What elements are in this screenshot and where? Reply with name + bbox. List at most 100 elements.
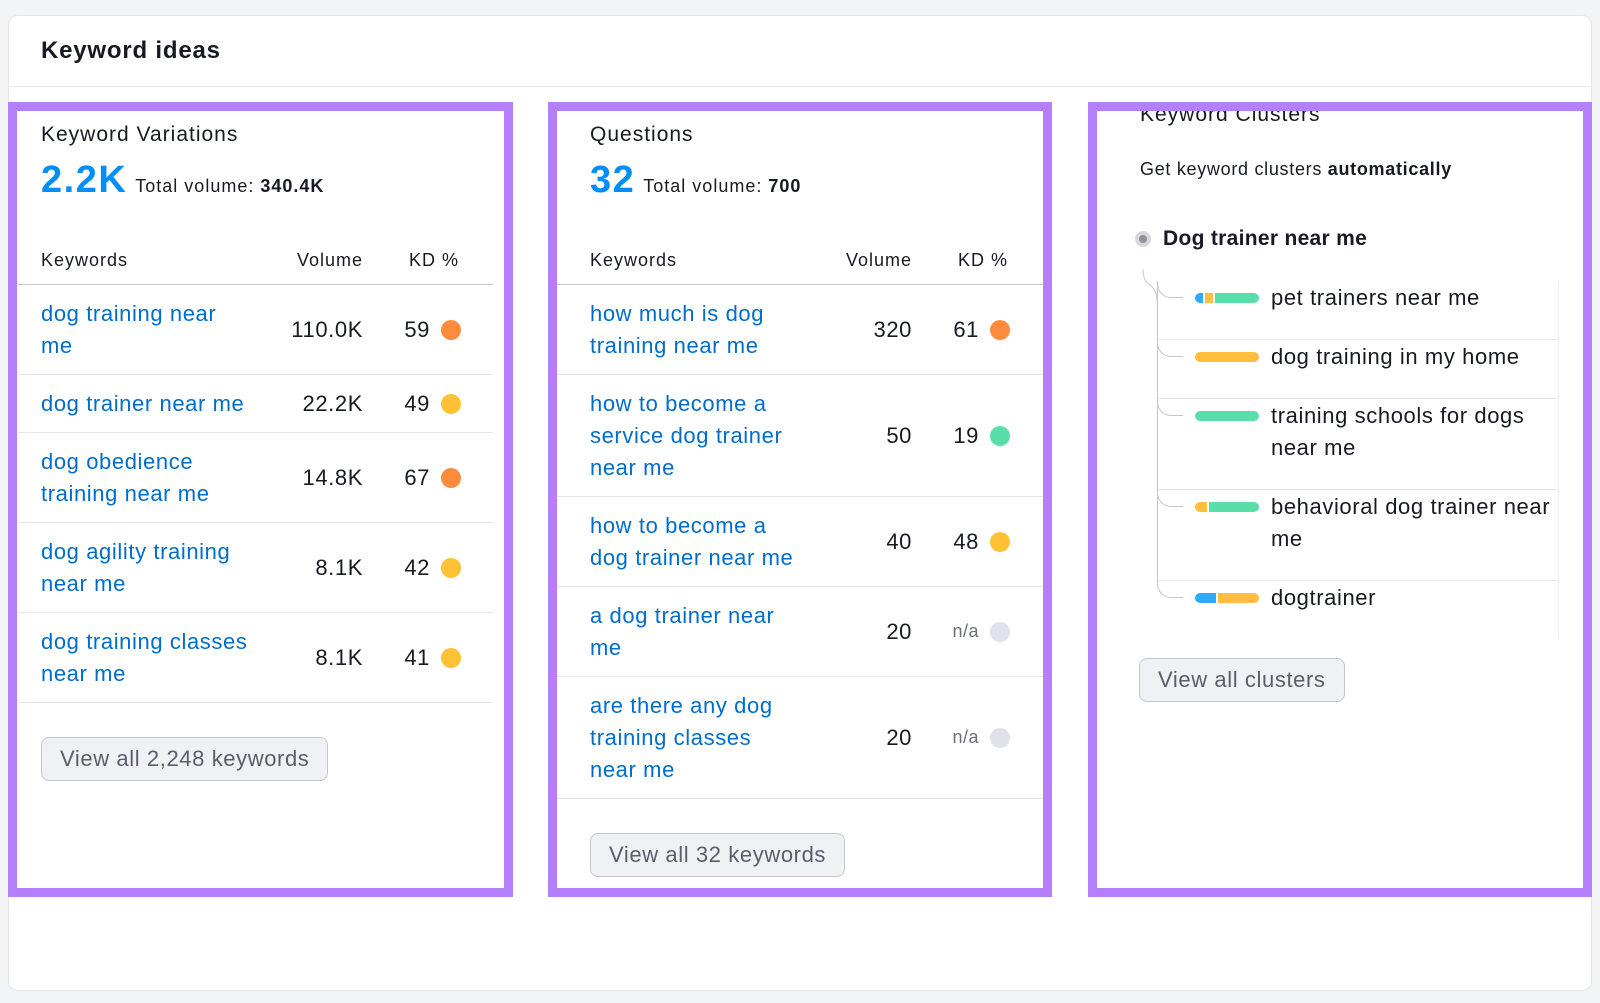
keyword-link[interactable]: dog training classes near me xyxy=(41,613,251,702)
questions-panel: Questions 32 Total volume: 700 Keywords … xyxy=(557,102,1043,877)
cluster-item: behavioral dog trainer near me xyxy=(1157,490,1558,581)
keyword-link[interactable]: are there any dog training classes near … xyxy=(590,677,800,798)
subtitle-emphasis: automatically xyxy=(1327,159,1452,179)
cluster-keyword: dogtrainer xyxy=(1271,585,1377,610)
kd-cell: n/a xyxy=(912,621,1010,642)
keyword-link[interactable]: a dog trainer near me xyxy=(590,587,800,676)
volume-value: 14.8K xyxy=(302,464,363,490)
header-divider xyxy=(9,86,1591,87)
kd-dot-icon xyxy=(441,647,461,668)
tree-branch-line xyxy=(1157,581,1183,598)
keyword-link[interactable]: dog training near me xyxy=(41,285,251,374)
kd-cell: 61 xyxy=(912,317,1010,343)
intent-segment xyxy=(1195,593,1217,603)
volume-value: 40 xyxy=(886,528,912,554)
intent-segment xyxy=(1218,593,1259,603)
tree-trunk-line xyxy=(1157,399,1158,490)
table-row: how much is dog training near me 320 61 xyxy=(557,285,1043,375)
kd-dot-icon xyxy=(441,557,461,578)
kd-dot-icon xyxy=(990,531,1010,552)
intent-bar xyxy=(1195,502,1259,512)
keyword-variations-panel: Keyword Variations 2.2K Total volume: 34… xyxy=(18,102,493,781)
kd-value: 19 xyxy=(953,422,979,448)
cluster-keyword: dog training in my home xyxy=(1271,344,1520,369)
question-count: 32 xyxy=(590,159,636,201)
volume-value: 8.1K xyxy=(315,644,363,670)
table-row: dog trainer near me 22.2K 49 xyxy=(18,375,493,433)
kd-cell: 41 xyxy=(363,645,461,671)
volume-value: 20 xyxy=(886,724,912,750)
kd-dot-icon xyxy=(990,319,1010,340)
kd-cell: 49 xyxy=(363,391,461,417)
tree-branch-line xyxy=(1157,281,1183,298)
volume-value: 22.2K xyxy=(302,390,363,416)
total-volume-value: 340.4K xyxy=(260,176,325,196)
view-all-keywords-button[interactable]: View all 2,248 keywords xyxy=(41,737,329,781)
cluster-keyword: pet trainers near me xyxy=(1271,285,1480,310)
table-header: Keywords Volume KD % xyxy=(18,236,493,285)
intent-segment xyxy=(1195,502,1208,512)
table-row: dog obedience training near me 14.8K 67 xyxy=(18,433,493,523)
keyword-link[interactable]: how to become a service dog trainer near… xyxy=(590,375,800,496)
kd-dot-icon xyxy=(441,467,461,488)
intent-bar xyxy=(1195,293,1259,303)
view-all-clusters-button[interactable]: View all clusters xyxy=(1139,658,1345,702)
volume-value: 8.1K xyxy=(315,554,363,580)
total-volume-value: 700 xyxy=(768,176,802,196)
table-row: how to become a service dog trainer near… xyxy=(557,375,1043,497)
keyword-link[interactable]: dog obedience training near me xyxy=(41,433,251,522)
kd-cell: n/a xyxy=(912,727,1010,748)
table-row: dog training classes near me 8.1K 41 xyxy=(18,613,493,703)
tree-branch-line xyxy=(1157,340,1183,357)
table-row: a dog trainer near me 20 n/a xyxy=(557,587,1043,677)
kd-dot-icon xyxy=(441,319,461,340)
column-header-kd: KD % xyxy=(408,249,459,270)
intent-bar xyxy=(1195,352,1259,362)
volume-value: 20 xyxy=(886,618,912,644)
clusters-subtitle: Get keyword clusters automatically xyxy=(1140,157,1559,181)
kd-value: 67 xyxy=(404,464,430,490)
volume-value: 50 xyxy=(886,422,912,448)
intent-segment xyxy=(1195,352,1259,362)
keyword-link[interactable]: dog trainer near me xyxy=(41,375,251,432)
cluster-keyword: behavioral dog trainer near me xyxy=(1271,494,1551,551)
kd-dot-icon xyxy=(990,621,1010,642)
keyword-link[interactable]: how to become a dog trainer near me xyxy=(590,497,800,586)
kd-value: 61 xyxy=(953,316,979,342)
cluster-root: Dog trainer near me xyxy=(1135,225,1559,253)
view-all-questions-button[interactable]: View all 32 keywords xyxy=(590,833,846,877)
kd-value: 59 xyxy=(404,316,430,342)
volume-value: 110.0K xyxy=(291,316,363,342)
summary-metric: 2.2K Total volume: 340.4K xyxy=(41,160,493,200)
kd-value: 49 xyxy=(404,390,430,416)
intent-segment xyxy=(1214,293,1259,303)
column-header-kd: KD % xyxy=(957,249,1008,270)
cluster-item: dog training in my home xyxy=(1157,340,1558,399)
kd-value: n/a xyxy=(952,621,979,641)
keyword-clusters-panel: Keyword Clusters Get keyword clusters au… xyxy=(1097,102,1559,702)
table-row: are there any dog training classes near … xyxy=(557,677,1043,799)
keyword-link[interactable]: dog agility training near me xyxy=(41,523,251,612)
cluster-item: pet trainers near me xyxy=(1157,281,1558,340)
table-header: Keywords Volume KD % xyxy=(557,236,1043,285)
keyword-count: 2.2K xyxy=(41,159,128,201)
kd-dot-icon xyxy=(990,425,1010,446)
panel-title: Questions xyxy=(590,123,694,146)
cluster-tree: pet trainers near me dog training in my … xyxy=(1157,281,1559,639)
cluster-item: dogtrainer xyxy=(1157,581,1558,639)
intent-segment xyxy=(1204,293,1213,303)
intent-segment xyxy=(1195,293,1203,303)
keyword-ideas-widget: Keyword ideas Keyword Variations 2.2K To… xyxy=(0,0,1600,1003)
summary-metric: 32 Total volume: 700 xyxy=(590,160,1043,200)
kd-value: 48 xyxy=(953,528,979,554)
kd-cell: 48 xyxy=(912,529,1010,555)
table-row: dog agility training near me 8.1K 42 xyxy=(18,523,493,613)
total-volume-label: Total volume: xyxy=(135,176,255,196)
cluster-item: training schools for dogs near me xyxy=(1157,399,1558,490)
panel-title: Keyword Clusters xyxy=(1140,103,1321,126)
column-header-volume: Volume xyxy=(296,249,363,270)
kd-cell: 19 xyxy=(912,423,1010,449)
column-header-keywords: Keywords xyxy=(590,249,678,270)
keyword-link[interactable]: how much is dog training near me xyxy=(590,285,800,374)
tree-branch-line xyxy=(1157,490,1183,507)
